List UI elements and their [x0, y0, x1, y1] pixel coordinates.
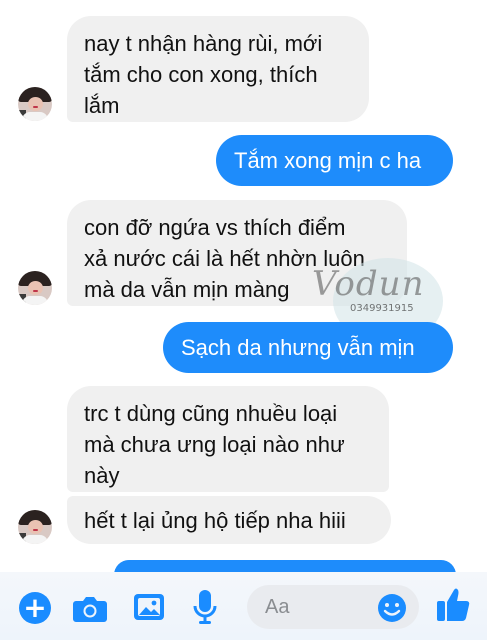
message-bubble-incoming[interactable]: trc t dùng cũng nhuều loại mà chưa ưng l… — [67, 386, 389, 492]
message-bubble-incoming[interactable]: hết t lại ủng hộ tiếp nha hiii — [67, 496, 391, 544]
microphone-icon[interactable] — [192, 588, 218, 626]
contact-avatar[interactable] — [18, 87, 52, 121]
message-bubble-outgoing[interactable]: Sạch da nhưng vẫn mịn — [163, 322, 453, 373]
plus-icon[interactable]: + — [19, 592, 51, 624]
message-bubble-outgoing[interactable]: Tắm xong mịn c ha — [216, 135, 453, 186]
gallery-icon[interactable] — [132, 591, 166, 623]
camera-icon[interactable] — [72, 592, 108, 624]
message-bubble-incoming[interactable]: nay t nhận hàng rùi, mới tắm cho con xon… — [67, 16, 369, 122]
contact-avatar[interactable] — [18, 271, 52, 305]
thumbs-up-icon[interactable] — [434, 584, 472, 624]
contact-avatar[interactable] — [18, 510, 52, 544]
emoji-icon[interactable] — [376, 592, 408, 624]
watermark-phone: 0349931915 — [350, 303, 414, 314]
watermark-signature: Vodun — [312, 264, 425, 304]
